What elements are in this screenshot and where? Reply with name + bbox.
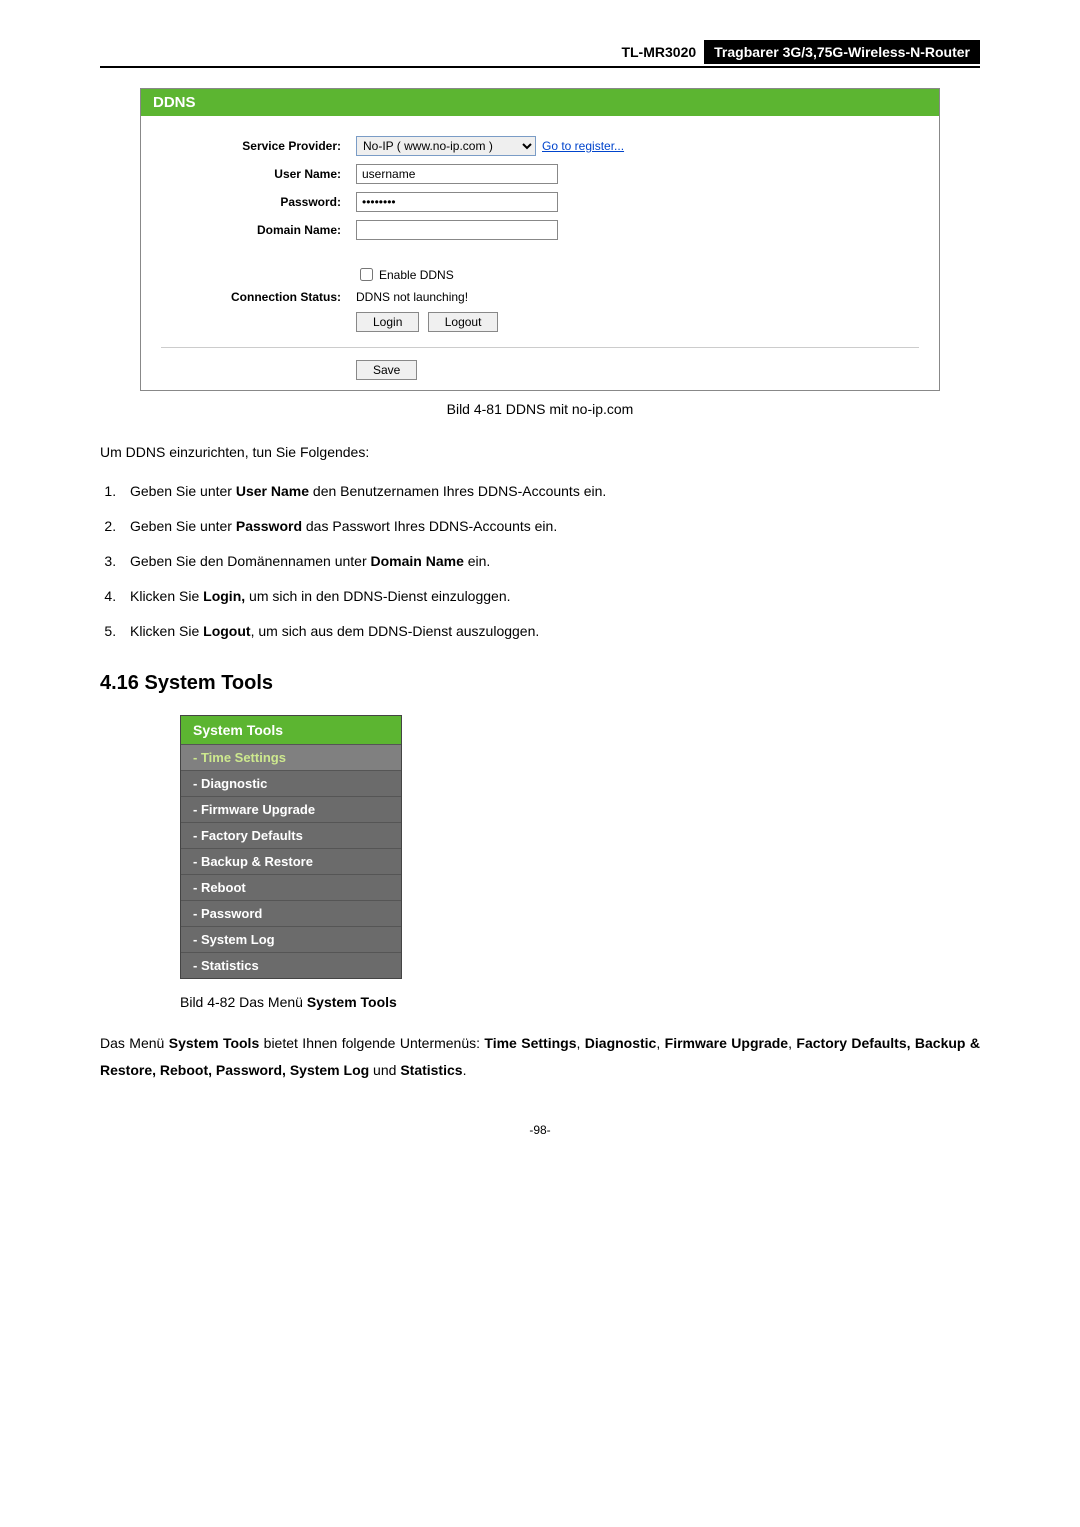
model-label: TL-MR3020 <box>613 40 704 64</box>
menu-item-factory-defaults[interactable]: - Factory Defaults <box>181 822 401 848</box>
menu-item-diagnostic[interactable]: - Diagnostic <box>181 770 401 796</box>
enable-ddns-checkbox[interactable] <box>360 268 373 281</box>
system-tools-menu: System Tools - Time Settings - Diagnosti… <box>180 715 402 979</box>
menu-item-statistics[interactable]: - Statistics <box>181 952 401 978</box>
connection-status-value: DDNS not launching! <box>356 290 468 304</box>
save-button[interactable]: Save <box>356 360 417 380</box>
menu-item-backup-restore[interactable]: - Backup & Restore <box>181 848 401 874</box>
system-tools-paragraph: Das Menü System Tools bietet Ihnen folge… <box>100 1030 980 1083</box>
ddns-panel: DDNS Service Provider: No-IP ( www.no-ip… <box>140 88 940 391</box>
menu-header: System Tools <box>181 716 401 744</box>
figure-caption-482: Bild 4-82 Das Menü System Tools <box>180 994 980 1010</box>
steps-list: Geben Sie unter User Name den Benutzerna… <box>100 481 980 642</box>
menu-item-time-settings[interactable]: - Time Settings <box>181 744 401 770</box>
menu-item-system-log[interactable]: - System Log <box>181 926 401 952</box>
step-1: Geben Sie unter User Name den Benutzerna… <box>120 481 980 502</box>
ddns-title: DDNS <box>141 89 939 116</box>
step-5: Klicken Sie Logout, um sich aus dem DDNS… <box>120 621 980 642</box>
label-connection-status: Connection Status: <box>161 290 356 304</box>
login-button[interactable]: Login <box>356 312 419 332</box>
section-heading: 4.16 System Tools <box>100 672 980 695</box>
page-header: TL-MR3020Tragbarer 3G/3,75G-Wireless-N-R… <box>100 40 980 68</box>
enable-ddns-label: Enable DDNS <box>379 268 454 282</box>
password-input[interactable] <box>356 192 558 212</box>
menu-item-firmware-upgrade[interactable]: - Firmware Upgrade <box>181 796 401 822</box>
label-domain: Domain Name: <box>161 223 356 237</box>
step-4: Klicken Sie Login, um sich in den DDNS-D… <box>120 586 980 607</box>
model-desc: Tragbarer 3G/3,75G-Wireless-N-Router <box>704 40 980 64</box>
service-provider-select[interactable]: No-IP ( www.no-ip.com ) <box>356 136 536 156</box>
menu-item-password[interactable]: - Password <box>181 900 401 926</box>
step-3: Geben Sie den Domänennamen unter Domain … <box>120 551 980 572</box>
label-username: User Name: <box>161 167 356 181</box>
page-number: -98- <box>100 1123 980 1137</box>
logout-button[interactable]: Logout <box>428 312 499 332</box>
username-input[interactable] <box>356 164 558 184</box>
step-2: Geben Sie unter Password das Passwort Ih… <box>120 516 980 537</box>
figure-caption-481: Bild 4-81 DDNS mit no-ip.com <box>100 401 980 417</box>
menu-item-reboot[interactable]: - Reboot <box>181 874 401 900</box>
intro-text: Um DDNS einzurichten, tun Sie Folgendes: <box>100 442 980 463</box>
label-service-provider: Service Provider: <box>161 139 356 153</box>
domain-input[interactable] <box>356 220 558 240</box>
label-password: Password: <box>161 195 356 209</box>
go-register-link[interactable]: Go to register... <box>542 139 624 153</box>
